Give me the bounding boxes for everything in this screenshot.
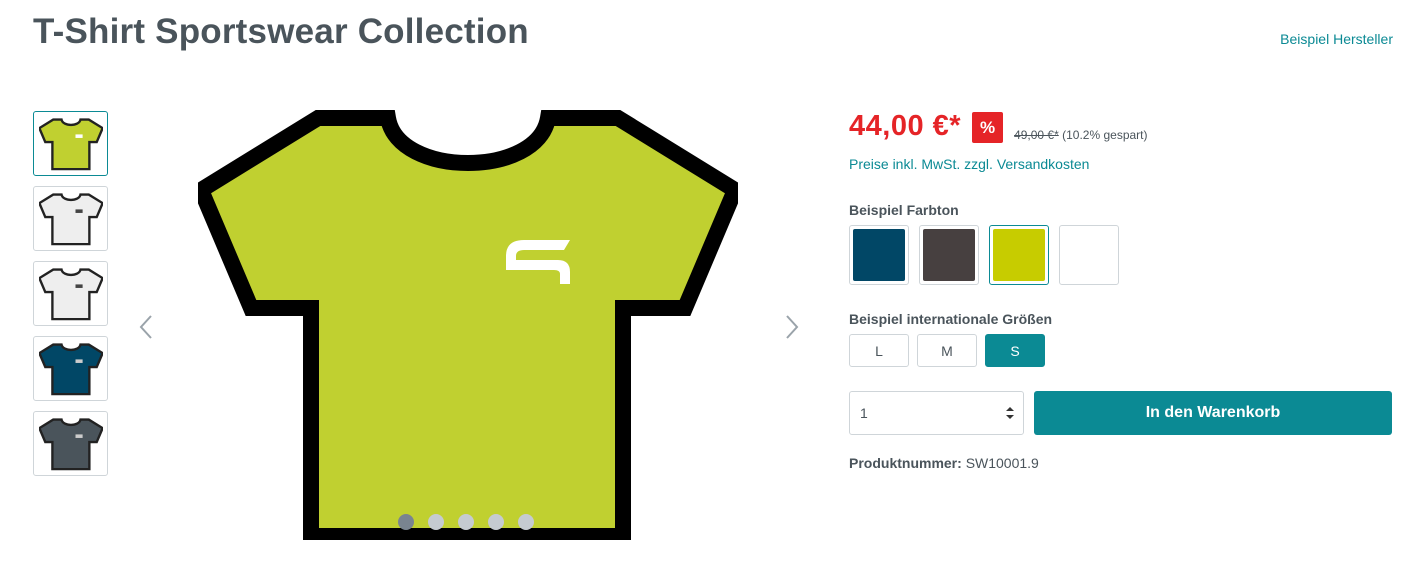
buy-box: 44,00 €* % 49,00 €* (10.2% gespart) Prei… bbox=[849, 110, 1394, 471]
color-swatch-fill bbox=[1063, 229, 1115, 281]
product-number-label: Produktnummer: bbox=[849, 455, 962, 471]
gallery-dot-4[interactable] bbox=[488, 514, 504, 530]
current-price: 44,00 €* bbox=[849, 110, 962, 142]
select-updown-icon bbox=[1006, 407, 1014, 419]
color-swatch-1[interactable] bbox=[849, 225, 909, 285]
gallery-dot-3[interactable] bbox=[458, 514, 474, 530]
add-to-cart-row: 1 In den Warenkorb bbox=[849, 391, 1394, 435]
gallery-dot-2[interactable] bbox=[428, 514, 444, 530]
size-button-s[interactable]: S bbox=[985, 334, 1045, 367]
size-buttons: LMS bbox=[849, 334, 1394, 367]
manufacturer-link[interactable]: Beispiel Hersteller bbox=[1280, 31, 1393, 47]
thumbnail-2[interactable] bbox=[33, 186, 108, 251]
color-swatch-3[interactable] bbox=[989, 225, 1049, 285]
thumbnail-4[interactable] bbox=[33, 336, 108, 401]
color-swatch-fill bbox=[853, 229, 905, 281]
tshirt-icon bbox=[38, 192, 103, 245]
color-option-group: Beispiel Farbton bbox=[849, 202, 1394, 285]
gallery-dot-1[interactable] bbox=[398, 514, 414, 530]
tax-shipping-link[interactable]: Preise inkl. MwSt. zzgl. Versandkosten bbox=[849, 156, 1394, 172]
product-number-value: SW10001.9 bbox=[965, 455, 1039, 471]
product-number: Produktnummer: SW10001.9 bbox=[849, 455, 1394, 471]
thumbnail-3[interactable] bbox=[33, 261, 108, 326]
gallery-dots bbox=[398, 514, 534, 530]
tshirt-icon bbox=[38, 117, 103, 170]
main-shirt-body bbox=[198, 110, 738, 540]
main-product-image bbox=[198, 110, 738, 540]
thumbnail-5[interactable] bbox=[33, 411, 108, 476]
discount-badge: % bbox=[972, 112, 1004, 143]
quantity-value: 1 bbox=[860, 405, 868, 421]
color-swatch-fill bbox=[923, 229, 975, 281]
color-swatch-2[interactable] bbox=[919, 225, 979, 285]
color-swatch-fill bbox=[993, 229, 1045, 281]
image-gallery bbox=[130, 100, 810, 545]
price-row: 44,00 €* % 49,00 €* (10.2% gespart) bbox=[849, 110, 1394, 150]
add-to-cart-button[interactable]: In den Warenkorb bbox=[1034, 391, 1392, 435]
thumbnail-list bbox=[33, 111, 108, 486]
old-price: 49,00 €* bbox=[1014, 128, 1059, 142]
color-option-title: Beispiel Farbton bbox=[849, 202, 959, 218]
product-title: T-Shirt Sportswear Collection bbox=[33, 12, 529, 51]
size-button-l[interactable]: L bbox=[849, 334, 909, 367]
color-swatches bbox=[849, 225, 1394, 285]
old-price-info: 49,00 €* (10.2% gespart) bbox=[1014, 128, 1147, 142]
chevron-left-icon[interactable] bbox=[134, 312, 158, 342]
size-button-m[interactable]: M bbox=[917, 334, 977, 367]
savings-text: (10.2% gespart) bbox=[1062, 128, 1148, 142]
chevron-right-icon[interactable] bbox=[780, 312, 804, 342]
color-swatch-4[interactable] bbox=[1059, 225, 1119, 285]
tshirt-icon bbox=[38, 417, 103, 470]
size-option-group: Beispiel internationale Größen LMS bbox=[849, 311, 1394, 367]
tshirt-icon bbox=[38, 267, 103, 320]
gallery-dot-5[interactable] bbox=[518, 514, 534, 530]
quantity-select[interactable]: 1 bbox=[849, 391, 1024, 435]
size-option-title: Beispiel internationale Größen bbox=[849, 311, 1053, 327]
thumbnail-1[interactable] bbox=[33, 111, 108, 176]
tshirt-icon bbox=[38, 342, 103, 395]
